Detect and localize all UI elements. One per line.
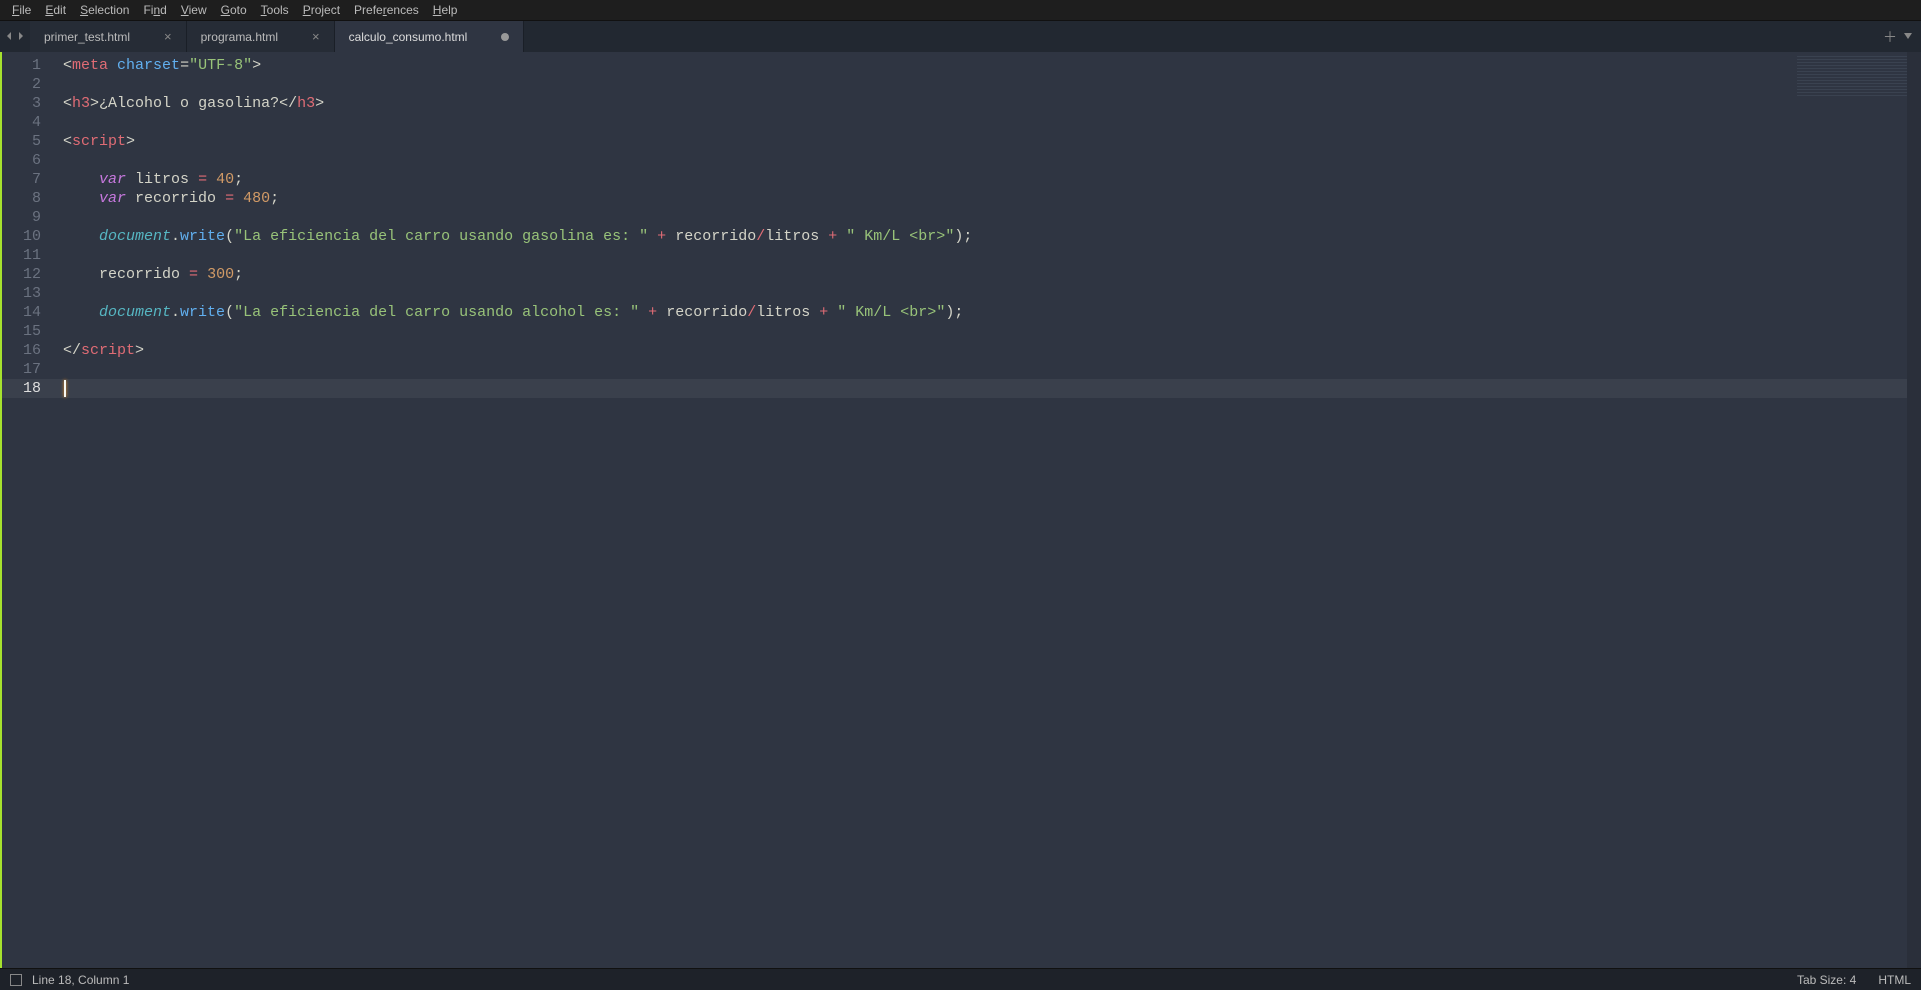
vertical-scrollbar[interactable] — [1907, 52, 1921, 968]
dirty-dot-icon[interactable] — [501, 33, 509, 41]
tab-nav — [0, 21, 30, 52]
line-number-gutter[interactable]: 1 2 3 4 5 6 7 8 9 10 11 12 13 14 15 16 1… — [0, 52, 55, 968]
code-line[interactable]: var recorrido = 480; — [55, 189, 1921, 208]
line-number[interactable]: 17 — [2, 360, 55, 379]
menu-selection[interactable]: Selection — [73, 1, 136, 19]
tab-label: primer_test.html — [44, 30, 130, 44]
tabbar-menu-icon[interactable] — [1903, 28, 1913, 46]
line-number[interactable]: 16 — [2, 341, 55, 360]
code-line[interactable]: </script> — [55, 341, 1921, 360]
close-icon[interactable]: × — [164, 29, 172, 44]
tab-primer-test[interactable]: primer_test.html × — [30, 21, 187, 52]
menu-help[interactable]: Help — [426, 1, 465, 19]
code-line[interactable] — [55, 151, 1921, 170]
tab-size-indicator[interactable]: Tab Size: 4 — [1797, 973, 1856, 987]
code-area[interactable]: <meta charset="UTF-8"> <h3>¿Alcohol o ga… — [55, 52, 1921, 968]
code-line[interactable] — [55, 208, 1921, 227]
code-line[interactable]: var litros = 40; — [55, 170, 1921, 189]
menubar[interactable]: File Edit Selection Find View Goto Tools… — [0, 0, 1921, 20]
minimap[interactable] — [1797, 56, 1907, 96]
line-number[interactable]: 9 — [2, 208, 55, 227]
menu-file[interactable]: File — [5, 1, 38, 19]
code-line[interactable] — [55, 379, 1921, 398]
code-line[interactable] — [55, 75, 1921, 94]
tab-history-back[interactable] — [4, 28, 14, 46]
line-number[interactable]: 18 — [2, 379, 55, 398]
code-line[interactable]: recorrido = 300; — [55, 265, 1921, 284]
line-number[interactable]: 10 — [2, 227, 55, 246]
code-line[interactable] — [55, 246, 1921, 265]
syntax-indicator[interactable]: HTML — [1878, 973, 1911, 987]
statusbar: Line 18, Column 1 Tab Size: 4 HTML — [0, 968, 1921, 990]
line-number[interactable]: 15 — [2, 322, 55, 341]
editor[interactable]: 1 2 3 4 5 6 7 8 9 10 11 12 13 14 15 16 1… — [0, 52, 1921, 968]
code-line[interactable]: <script> — [55, 132, 1921, 151]
menu-tools[interactable]: Tools — [254, 1, 296, 19]
code-line[interactable]: document.write("La eficiencia del carro … — [55, 303, 1921, 322]
tab-history-forward[interactable] — [16, 28, 26, 46]
line-number[interactable]: 2 — [2, 75, 55, 94]
menu-project[interactable]: Project — [296, 1, 347, 19]
menu-goto[interactable]: Goto — [214, 1, 254, 19]
code-line[interactable] — [55, 113, 1921, 132]
code-line[interactable]: document.write("La eficiencia del carro … — [55, 227, 1921, 246]
tab-calculo-consumo[interactable]: calculo_consumo.html — [335, 21, 525, 52]
menu-find[interactable]: Find — [136, 1, 173, 19]
line-number[interactable]: 1 — [2, 56, 55, 75]
menu-preferences[interactable]: Preferences — [347, 1, 426, 19]
cursor-position[interactable]: Line 18, Column 1 — [32, 973, 129, 987]
code-line[interactable]: <meta charset="UTF-8"> — [55, 56, 1921, 75]
line-number[interactable]: 12 — [2, 265, 55, 284]
line-number[interactable]: 4 — [2, 113, 55, 132]
line-number[interactable]: 5 — [2, 132, 55, 151]
line-number[interactable]: 3 — [2, 94, 55, 113]
panel-toggle-icon[interactable] — [10, 974, 22, 986]
code-line[interactable] — [55, 360, 1921, 379]
line-number[interactable]: 14 — [2, 303, 55, 322]
tab-programa[interactable]: programa.html × — [187, 21, 335, 52]
code-line[interactable] — [55, 322, 1921, 341]
menu-edit[interactable]: Edit — [38, 1, 73, 19]
text-caret — [64, 380, 66, 397]
tab-label: programa.html — [201, 30, 278, 44]
line-number[interactable]: 6 — [2, 151, 55, 170]
close-icon[interactable]: × — [312, 29, 320, 44]
menu-view[interactable]: View — [174, 1, 214, 19]
tabbar: primer_test.html × programa.html × calcu… — [0, 20, 1921, 52]
code-line[interactable]: <h3>¿Alcohol o gasolina?</h3> — [55, 94, 1921, 113]
new-tab-button[interactable]: ＋ — [1883, 27, 1897, 47]
line-number[interactable]: 13 — [2, 284, 55, 303]
tab-label: calculo_consumo.html — [349, 30, 468, 44]
code-line[interactable] — [55, 284, 1921, 303]
line-number[interactable]: 7 — [2, 170, 55, 189]
line-number[interactable]: 11 — [2, 246, 55, 265]
line-number[interactable]: 8 — [2, 189, 55, 208]
